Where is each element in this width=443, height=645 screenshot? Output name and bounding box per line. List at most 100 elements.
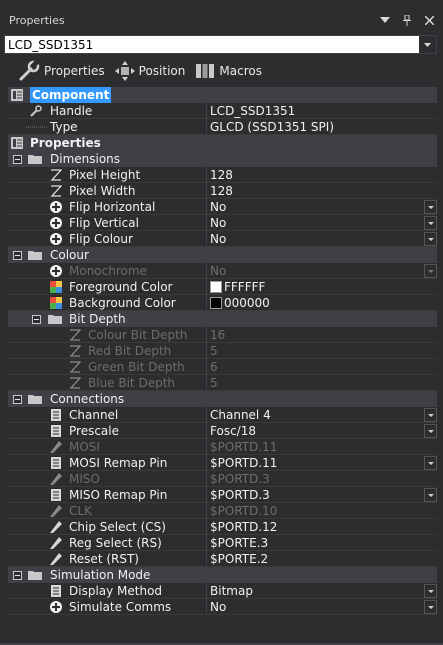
- property-row-channel[interactable]: Channel Channel 4: [8, 407, 437, 423]
- category-properties[interactable]: Properties: [8, 135, 437, 151]
- group-colour-label: Colour: [50, 248, 89, 262]
- position-button[interactable]: Position: [114, 61, 185, 81]
- property-row-handle[interactable]: Handle LCD_SSD1351: [8, 103, 437, 119]
- close-icon[interactable]: [423, 14, 435, 26]
- folder-icon: [48, 315, 62, 324]
- folder-icon: [28, 251, 42, 260]
- group-simulation-mode[interactable]: Simulation Mode: [8, 567, 437, 583]
- pin-icon: [50, 537, 62, 549]
- property-value[interactable]: $PORTD.3: [206, 487, 437, 503]
- property-row-blue-bit-depth: Blue Bit Depth 5: [8, 375, 437, 391]
- property-value[interactable]: No: [206, 599, 437, 615]
- dropdown-arrow-icon[interactable]: [424, 600, 437, 614]
- property-value: 16: [206, 327, 437, 343]
- properties-button[interactable]: Properties: [18, 60, 105, 82]
- group-connections-label: Connections: [50, 392, 125, 406]
- collapse-icon[interactable]: [13, 395, 22, 404]
- color-swatch[interactable]: [210, 281, 222, 293]
- dropdown-arrow-icon[interactable]: [424, 408, 437, 422]
- numeric-icon: [69, 329, 81, 341]
- property-row-mosi-remap[interactable]: MOSI Remap Pin $PORTD.11: [8, 455, 437, 471]
- collapse-icon[interactable]: [13, 571, 22, 580]
- property-value: 5: [206, 375, 437, 391]
- property-name: Monochrome: [69, 264, 147, 278]
- property-value[interactable]: Channel 4: [206, 407, 437, 423]
- property-value[interactable]: LCD_SSD1351: [206, 103, 437, 119]
- property-row-pixel-height[interactable]: Pixel Height 128: [8, 167, 437, 183]
- property-value[interactable]: $PORTD.12: [206, 519, 437, 535]
- group-bit-depth[interactable]: Bit Depth: [8, 311, 437, 327]
- dropdown-arrow-icon[interactable]: [424, 232, 437, 246]
- property-name: Prescale: [69, 424, 119, 438]
- property-value[interactable]: 128: [206, 183, 437, 199]
- property-name: Reset (RST): [69, 552, 139, 566]
- property-row-pixel-width[interactable]: Pixel Width 128: [8, 183, 437, 199]
- property-row-reset[interactable]: Reset (RST) $PORTE.2: [8, 551, 437, 567]
- dropdown-arrow-icon[interactable]: [424, 456, 437, 470]
- properties-button-label: Properties: [44, 64, 105, 78]
- color-swatch[interactable]: [210, 297, 222, 309]
- collapse-icon[interactable]: [13, 251, 22, 260]
- move-icon: [114, 61, 135, 81]
- group-dimensions[interactable]: Dimensions: [8, 151, 437, 167]
- group-colour[interactable]: Colour: [8, 247, 437, 263]
- pin-icon: [50, 521, 62, 533]
- property-name: Green Bit Depth: [88, 360, 185, 374]
- dropdown-arrow-icon[interactable]: [424, 200, 437, 214]
- property-name: MISO Remap Pin: [69, 488, 168, 502]
- property-value[interactable]: Bitmap: [206, 583, 437, 599]
- dropdown-arrow-icon[interactable]: [424, 584, 437, 598]
- collapse-icon[interactable]: [13, 155, 22, 164]
- dropdown-arrow-icon[interactable]: [424, 216, 437, 230]
- tree-line-icon: [26, 126, 48, 128]
- property-row-prescale[interactable]: Prescale Fosc/18: [8, 423, 437, 439]
- property-value[interactable]: $PORTD.11: [206, 455, 437, 471]
- property-name: Pixel Height: [69, 168, 141, 182]
- title-bar: Properties: [0, 0, 443, 33]
- property-value[interactable]: FFFFFF: [206, 279, 437, 295]
- property-value[interactable]: $PORTE.2: [206, 551, 437, 567]
- property-value[interactable]: No: [206, 231, 437, 247]
- numeric-icon: [50, 185, 62, 197]
- property-row-miso-remap[interactable]: MISO Remap Pin $PORTD.3: [8, 487, 437, 503]
- property-value[interactable]: No: [206, 215, 437, 231]
- property-value[interactable]: 000000: [206, 295, 437, 311]
- property-row-flip-horizontal[interactable]: Flip Horizontal No: [8, 199, 437, 215]
- component-selector[interactable]: LCD_SSD1351: [4, 35, 437, 54]
- dropdown-arrow-icon[interactable]: [424, 488, 437, 502]
- category-component[interactable]: Component: [8, 87, 437, 103]
- property-value[interactable]: Fosc/18: [206, 423, 437, 439]
- property-row-flip-vertical[interactable]: Flip Vertical No: [8, 215, 437, 231]
- pin-icon[interactable]: [401, 14, 413, 26]
- property-row-reg-select[interactable]: Reg Select (RS) $PORTE.3: [8, 535, 437, 551]
- collapse-icon[interactable]: [32, 315, 41, 324]
- property-value: 5: [206, 343, 437, 359]
- macros-button[interactable]: Macros: [195, 62, 262, 80]
- list-icon: [51, 409, 61, 421]
- dropdown-arrow-icon[interactable]: [424, 424, 437, 438]
- property-name: Background Color: [69, 296, 176, 310]
- property-value[interactable]: $PORTE.3: [206, 535, 437, 551]
- property-name: Simulate Comms: [69, 600, 172, 614]
- property-row-chip-select[interactable]: Chip Select (CS) $PORTD.12: [8, 519, 437, 535]
- category-component-label: Component: [30, 87, 112, 103]
- property-value[interactable]: No: [206, 199, 437, 215]
- property-name: Blue Bit Depth: [88, 376, 176, 390]
- property-value[interactable]: 128: [206, 167, 437, 183]
- property-row-simulate-comms[interactable]: Simulate Comms No: [8, 599, 437, 615]
- wrench-icon: [19, 60, 40, 81]
- property-grid: Component Handle LCD_SSD1351 Type GLCD (…: [8, 87, 437, 645]
- property-row-background-color[interactable]: Background Color 000000: [8, 295, 437, 311]
- chevron-down-icon[interactable]: [419, 36, 436, 53]
- window-menu-icon[interactable]: [379, 14, 391, 26]
- property-row-foreground-color[interactable]: Foreground Color FFFFFF: [8, 279, 437, 295]
- property-row-type[interactable]: Type GLCD (SSD1351 SPI): [8, 119, 437, 135]
- group-connections[interactable]: Connections: [8, 391, 437, 407]
- property-name: Flip Colour: [69, 232, 133, 246]
- property-name: Display Method: [69, 584, 163, 598]
- toolbar: Properties Position Macros: [0, 56, 443, 86]
- pin-icon: [50, 505, 62, 517]
- property-row-display-method[interactable]: Display Method Bitmap: [8, 583, 437, 599]
- property-row-flip-colour[interactable]: Flip Colour No: [8, 231, 437, 247]
- folder-icon: [28, 395, 42, 404]
